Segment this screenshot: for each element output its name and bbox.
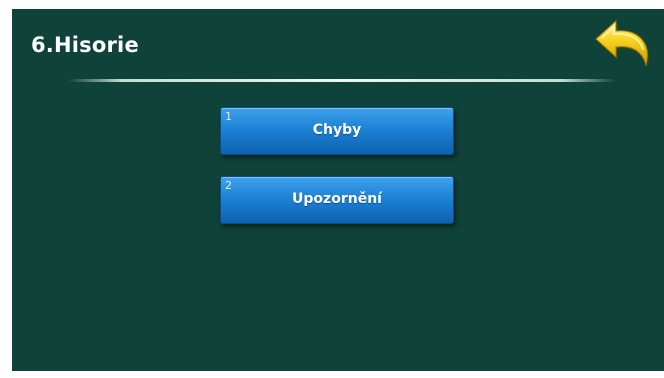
history-screen: 6.Hisorie 1 Chyby 2 Upozornění [12,9,664,371]
back-button[interactable] [590,15,656,75]
back-arrow-icon [595,19,650,68]
title-divider [68,79,616,82]
menu-button-chyby[interactable]: 1 Chyby [220,107,454,155]
page-title: 6.Hisorie [31,33,139,57]
button-label: Chyby [312,122,362,138]
button-label: Upozornění [292,191,382,207]
menu-button-upozorneni[interactable]: 2 Upozornění [220,176,454,224]
